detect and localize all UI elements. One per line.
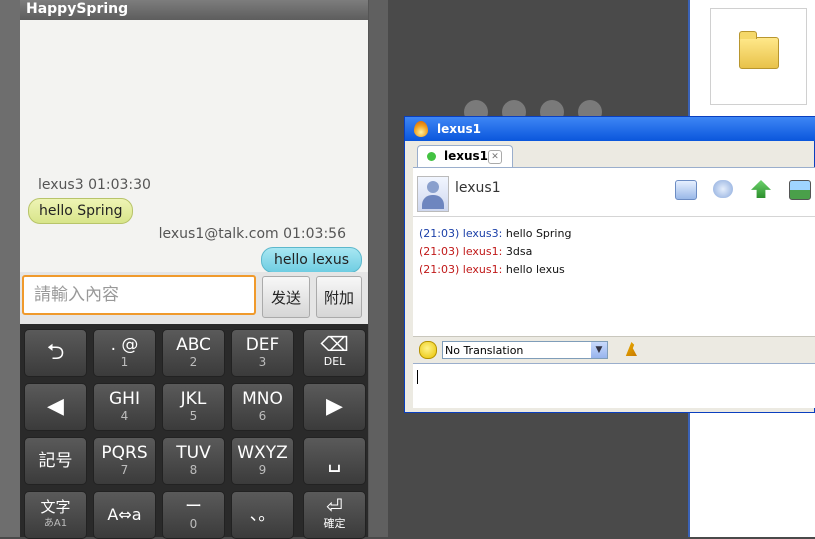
delete-key[interactable]: ⌫ DEL xyxy=(303,329,366,377)
translation-value: No Translation xyxy=(445,344,524,357)
incoming-time: 01:03:30 xyxy=(88,177,151,193)
compose-textbox[interactable] xyxy=(413,363,815,408)
close-tab-icon[interactable]: ✕ xyxy=(488,150,502,164)
contact-name: lexus1 xyxy=(455,180,501,196)
undo-arrow-icon: ⮌ xyxy=(46,340,65,365)
conversation-panel: lexus1 (21:03) lexus3: hello Spring (21:… xyxy=(413,167,815,408)
phone-screen: HappySpring lexus3 01:03:30 hello Spring… xyxy=(20,0,368,539)
online-status-icon xyxy=(427,152,436,161)
app-title: HappySpring xyxy=(20,0,368,20)
enter-icon: ⏎ xyxy=(326,494,343,518)
case-toggle-key[interactable]: A⇔a xyxy=(93,491,156,539)
outgoing-message-bubble: hello lexus xyxy=(261,247,362,273)
key-0[interactable]: ー0 xyxy=(162,491,225,539)
emulator-frame-left xyxy=(0,0,20,537)
tab-label: lexus1 xyxy=(444,149,489,163)
incoming-message-meta: lexus3 01:03:30 xyxy=(38,177,151,193)
outgoing-sender: lexus1@talk.com xyxy=(158,226,279,242)
emulator-frame-right xyxy=(368,0,388,537)
key-6[interactable]: MNO 6 xyxy=(231,383,294,431)
key-4[interactable]: GHI 4 xyxy=(93,383,156,431)
image-icon[interactable] xyxy=(789,180,811,200)
window-title: lexus1 xyxy=(405,117,815,141)
flame-icon xyxy=(414,121,428,137)
space-key[interactable]: ␣ xyxy=(303,437,366,485)
message-log: (21:03) lexus3: hello Spring (21:03) lex… xyxy=(413,217,815,335)
incoming-sender: lexus3 xyxy=(38,177,84,193)
clear-broom-icon[interactable] xyxy=(625,342,637,356)
tab-lexus1[interactable]: lexus1 ✕ xyxy=(417,145,513,168)
im-chat-window: lexus1 lexus1 ✕ lexus1 (21:03) lexus3: h… xyxy=(404,116,815,413)
chevron-down-icon[interactable]: ▼ xyxy=(591,342,607,358)
log-line: (21:03) lexus1: hello lexus xyxy=(419,263,565,276)
log-line: (21:03) lexus3: hello Spring xyxy=(419,227,572,240)
chat-area: lexus3 01:03:30 hello Spring lexus1@talk… xyxy=(20,20,368,273)
outgoing-message-meta: lexus1@talk.com 01:03:56 xyxy=(159,226,346,242)
key-1[interactable]: . @1 xyxy=(93,329,156,377)
text-caret xyxy=(417,370,418,384)
backspace-icon: ⌫ xyxy=(320,332,349,356)
symbol-key[interactable]: 記号 xyxy=(24,437,87,485)
key-3[interactable]: DEF 3 xyxy=(231,329,294,377)
message-input-bar: 請輸入內容 发送 附加 xyxy=(20,272,368,324)
smiley-icon[interactable] xyxy=(419,341,437,359)
soft-keyboard: ⮌ . @1 ABC 2 DEF 3 ⌫ DEL ◀ GHI 4 JKL 5 MNO 6 ▶… xyxy=(20,324,368,539)
arrow-right-icon: ▶ xyxy=(326,394,343,419)
send-button[interactable]: 发送 xyxy=(262,276,310,318)
folder-icon xyxy=(739,31,779,69)
arrow-left-icon: ◀ xyxy=(47,394,64,419)
attach-button[interactable]: 附加 xyxy=(316,276,362,318)
log-line: (21:03) lexus1: 3dsa xyxy=(419,245,533,258)
folder-item[interactable] xyxy=(710,8,807,105)
punctuation-key[interactable]: 、。 xyxy=(231,491,294,539)
translation-dropdown[interactable]: No Translation ▼ xyxy=(442,341,608,359)
contact-header: lexus1 xyxy=(413,168,815,217)
android-emulator: HappySpring lexus3 01:03:30 hello Spring… xyxy=(0,0,388,539)
contact-card-icon[interactable] xyxy=(675,180,697,200)
avatar xyxy=(417,176,449,212)
input-mode-key[interactable]: 文字 あA1 xyxy=(24,491,87,539)
incoming-message-bubble: hello Spring xyxy=(28,198,134,224)
cursor-right-key[interactable]: ▶ xyxy=(303,383,366,431)
key-5[interactable]: JKL 5 xyxy=(162,383,225,431)
key-7[interactable]: PQRS 7 xyxy=(93,437,156,485)
message-input[interactable]: 請輸入內容 xyxy=(22,275,256,315)
confirm-key[interactable]: ⏎ 確定 xyxy=(303,491,366,539)
chat-bubbles-icon[interactable] xyxy=(713,180,733,198)
download-icon[interactable] xyxy=(751,180,771,198)
key-2[interactable]: ABC 2 xyxy=(162,329,225,377)
cursor-left-key[interactable]: ◀ xyxy=(24,383,87,431)
key-8[interactable]: TUV 8 xyxy=(162,437,225,485)
back-key[interactable]: ⮌ xyxy=(24,329,87,377)
outgoing-time: 01:03:56 xyxy=(283,226,346,242)
space-icon: ␣ xyxy=(327,448,342,473)
key-9[interactable]: WXYZ 9 xyxy=(231,437,294,485)
compose-toolbar: No Translation ▼ xyxy=(413,336,815,363)
